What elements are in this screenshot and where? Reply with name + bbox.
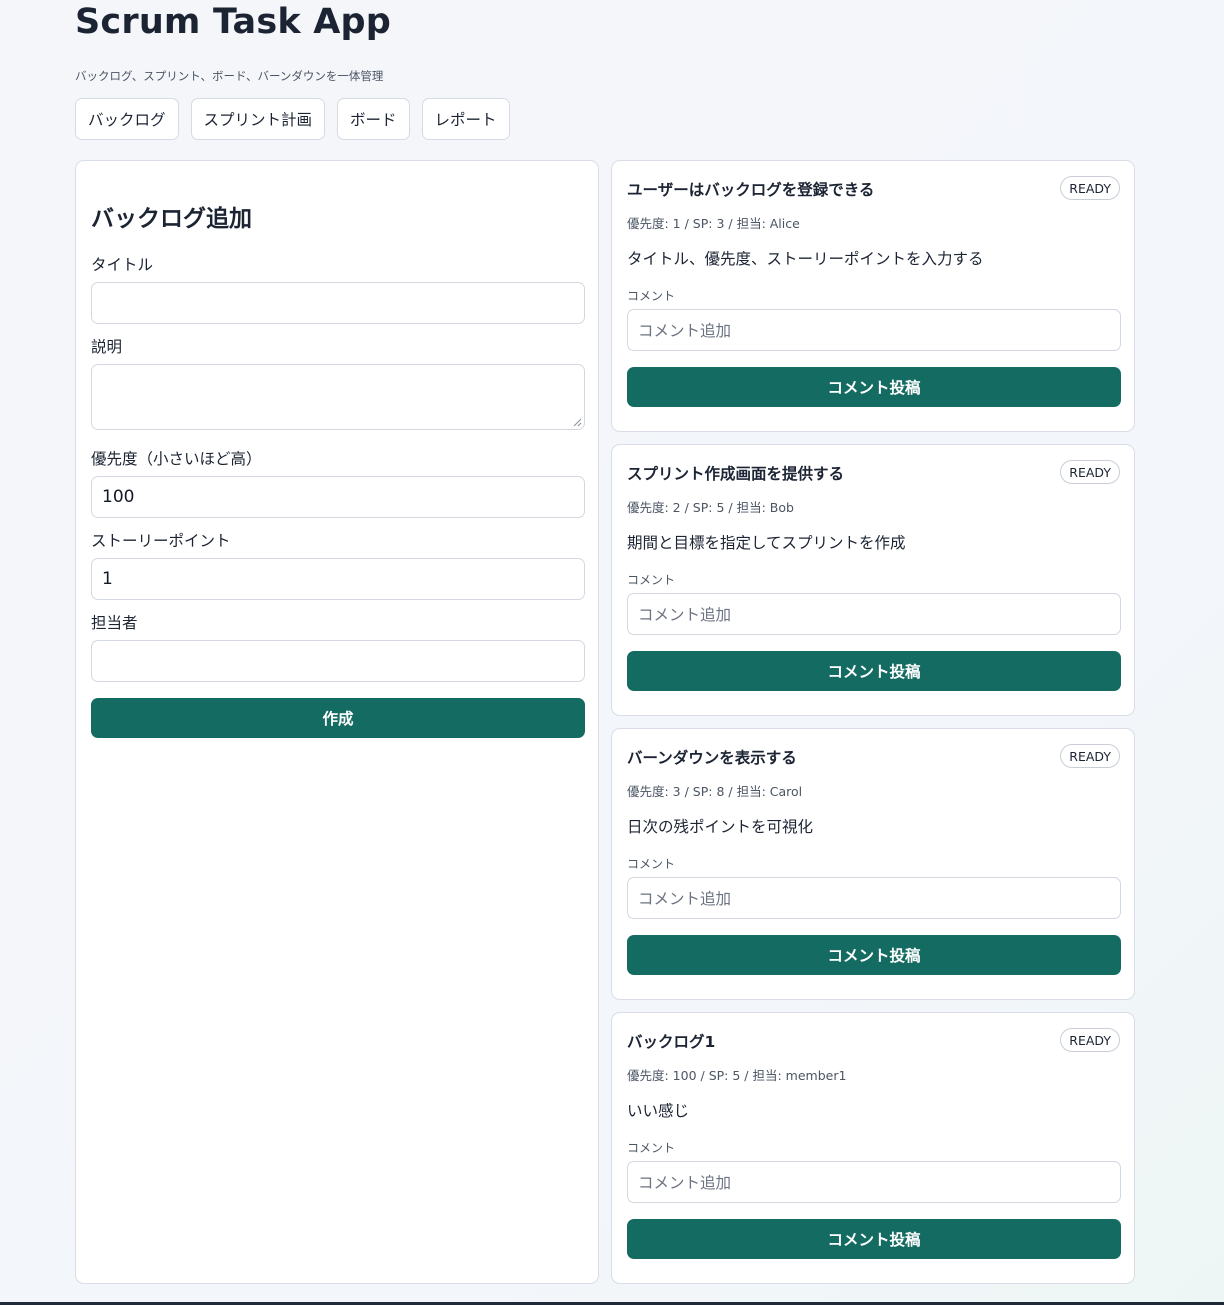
card-title: スプリント作成画面を提供する [627, 465, 845, 483]
card-description: 期間と目標を指定してスプリントを作成 [627, 534, 906, 552]
create-button[interactable]: 作成 [91, 698, 585, 738]
card-meta: 優先度: 1 / SP: 3 / 担当: Alice [627, 216, 800, 231]
card-title: バックログ1 [627, 1033, 716, 1051]
comment-label: コメント [627, 573, 676, 587]
card-title: ユーザーはバックログを登録できる [627, 181, 875, 199]
tab-sprint-planning[interactable]: スプリント計画 [190, 98, 326, 140]
status-badge: READY [1060, 176, 1120, 200]
backlog-card: スプリント作成画面を提供する READY 優先度: 2 / SP: 5 / 担当… [611, 444, 1135, 716]
status-badge: READY [1060, 1028, 1120, 1052]
resize-grip-icon[interactable] [573, 418, 582, 427]
comment-input[interactable]: コメント追加 [627, 309, 1121, 351]
assignee-input[interactable] [91, 640, 585, 682]
card-description: いい感じ [627, 1102, 690, 1120]
tab-report[interactable]: レポート [421, 98, 510, 140]
tab-board[interactable]: ボード [337, 98, 410, 140]
backlog-form-panel: バックログ追加 タイトル 説明 優先度（小さいほど高） 100 ストーリーポイン… [75, 160, 599, 1284]
backlog-card: ユーザーはバックログを登録できる READY 優先度: 1 / SP: 3 / … [611, 160, 1135, 432]
assignee-label: 担当者 [91, 614, 138, 632]
card-description: タイトル、優先度、ストーリーポイントを入力する [627, 250, 984, 268]
comment-input[interactable]: コメント追加 [627, 1161, 1121, 1203]
comment-label: コメント [627, 857, 676, 871]
post-comment-button[interactable]: コメント投稿 [627, 935, 1121, 975]
comment-input[interactable]: コメント追加 [627, 593, 1121, 635]
tab-backlog[interactable]: バックログ [75, 98, 179, 140]
main-nav: バックログ スプリント計画 ボード レポート [75, 98, 510, 140]
card-meta: 優先度: 2 / SP: 5 / 担当: Bob [627, 500, 794, 515]
story-points-input[interactable]: 1 [91, 558, 585, 600]
app-subtitle: バックログ、スプリント、ボード、バーンダウンを一体管理 [75, 69, 384, 83]
comment-label: コメント [627, 289, 676, 303]
card-meta: 優先度: 100 / SP: 5 / 担当: member1 [627, 1068, 847, 1083]
title-input[interactable] [91, 282, 585, 324]
app-title: Scrum Task App [75, 2, 392, 42]
comment-label: コメント [627, 1141, 676, 1155]
post-comment-button[interactable]: コメント投稿 [627, 367, 1121, 407]
status-badge: READY [1060, 460, 1120, 484]
form-heading: バックログ追加 [91, 206, 252, 232]
card-description: 日次の残ポイントを可視化 [627, 818, 814, 836]
post-comment-button[interactable]: コメント投稿 [627, 651, 1121, 691]
story-points-label: ストーリーポイント [91, 532, 231, 550]
priority-input[interactable]: 100 [91, 476, 585, 518]
backlog-card: バックログ1 READY 優先度: 100 / SP: 5 / 担当: memb… [611, 1012, 1135, 1284]
description-textarea[interactable] [91, 364, 585, 430]
title-label: タイトル [91, 256, 154, 274]
backlog-card: バーンダウンを表示する READY 優先度: 3 / SP: 8 / 担当: C… [611, 728, 1135, 1000]
card-title: バーンダウンを表示する [627, 749, 797, 767]
priority-label: 優先度（小さいほど高） [91, 450, 262, 468]
card-meta: 優先度: 3 / SP: 8 / 担当: Carol [627, 784, 803, 799]
comment-input[interactable]: コメント追加 [627, 877, 1121, 919]
post-comment-button[interactable]: コメント投稿 [627, 1219, 1121, 1259]
description-label: 説明 [91, 338, 123, 356]
status-badge: READY [1060, 744, 1120, 768]
